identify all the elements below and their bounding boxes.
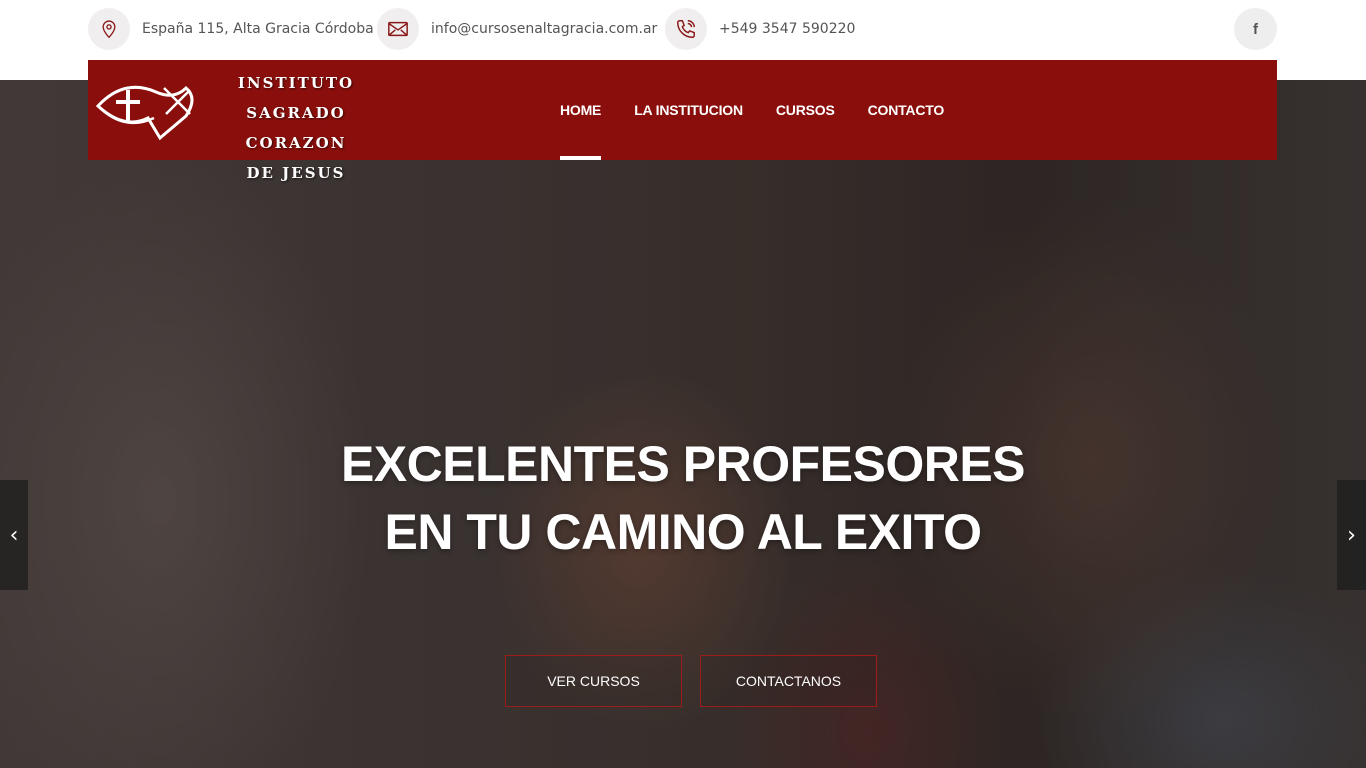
hero-headline: EXCELENTES PROFESORES EN TU CAMINO AL EX… bbox=[183, 430, 1183, 566]
chevron-right-icon: › bbox=[1347, 522, 1356, 548]
main-menu: HOME LA INSTITUCION CURSOS CONTACTO bbox=[560, 60, 977, 160]
nav-contacto[interactable]: CONTACTO bbox=[868, 60, 945, 160]
brand-name[interactable]: INSTITUTO SAGRADO CORAZON DE JESUS bbox=[196, 68, 396, 188]
address-text: España 115, Alta Gracia Córdoba bbox=[142, 21, 374, 37]
contact-address: España 115, Alta Gracia Córdoba bbox=[88, 8, 374, 50]
envelope-icon bbox=[377, 8, 419, 50]
hero-headline-line1: EXCELENTES PROFESORES bbox=[340, 436, 1026, 492]
contact-phone[interactable]: +549 3547 590220 bbox=[665, 8, 855, 50]
main-navbar: INSTITUTO SAGRADO CORAZON DE JESUS HOME … bbox=[88, 60, 1277, 182]
brand-line2: SAGRADO CORAZON bbox=[245, 104, 347, 152]
nav-home[interactable]: HOME bbox=[560, 60, 602, 160]
cross-fish-heart-logo[interactable] bbox=[94, 74, 194, 144]
contact-email[interactable]: info@cursosenaltagracia.com.ar bbox=[377, 8, 657, 50]
chevron-left-icon: ‹ bbox=[9, 522, 19, 548]
slider-prev-arrow[interactable]: ‹ bbox=[0, 480, 28, 590]
facebook-icon[interactable]: f bbox=[1234, 8, 1277, 50]
email-link[interactable]: info@cursosenaltagracia.com.ar bbox=[431, 21, 657, 37]
phone-link[interactable]: +549 3547 590220 bbox=[719, 21, 855, 37]
ver-cursos-button[interactable]: VER CURSOS bbox=[505, 655, 682, 707]
hero-headline-line2: EN TU CAMINO AL EXITO bbox=[384, 504, 982, 560]
brand-line3: DE JESUS bbox=[246, 164, 346, 182]
slider-next-arrow[interactable]: › bbox=[1337, 480, 1366, 590]
nav-la-institucion[interactable]: LA INSTITUCION bbox=[634, 60, 743, 160]
contactanos-button[interactable]: CONTACTANOS bbox=[700, 655, 877, 707]
nav-cursos[interactable]: CURSOS bbox=[776, 60, 835, 160]
map-pin-icon bbox=[88, 8, 130, 50]
phone-icon bbox=[665, 8, 707, 50]
brand-line1: INSTITUTO bbox=[237, 74, 355, 92]
